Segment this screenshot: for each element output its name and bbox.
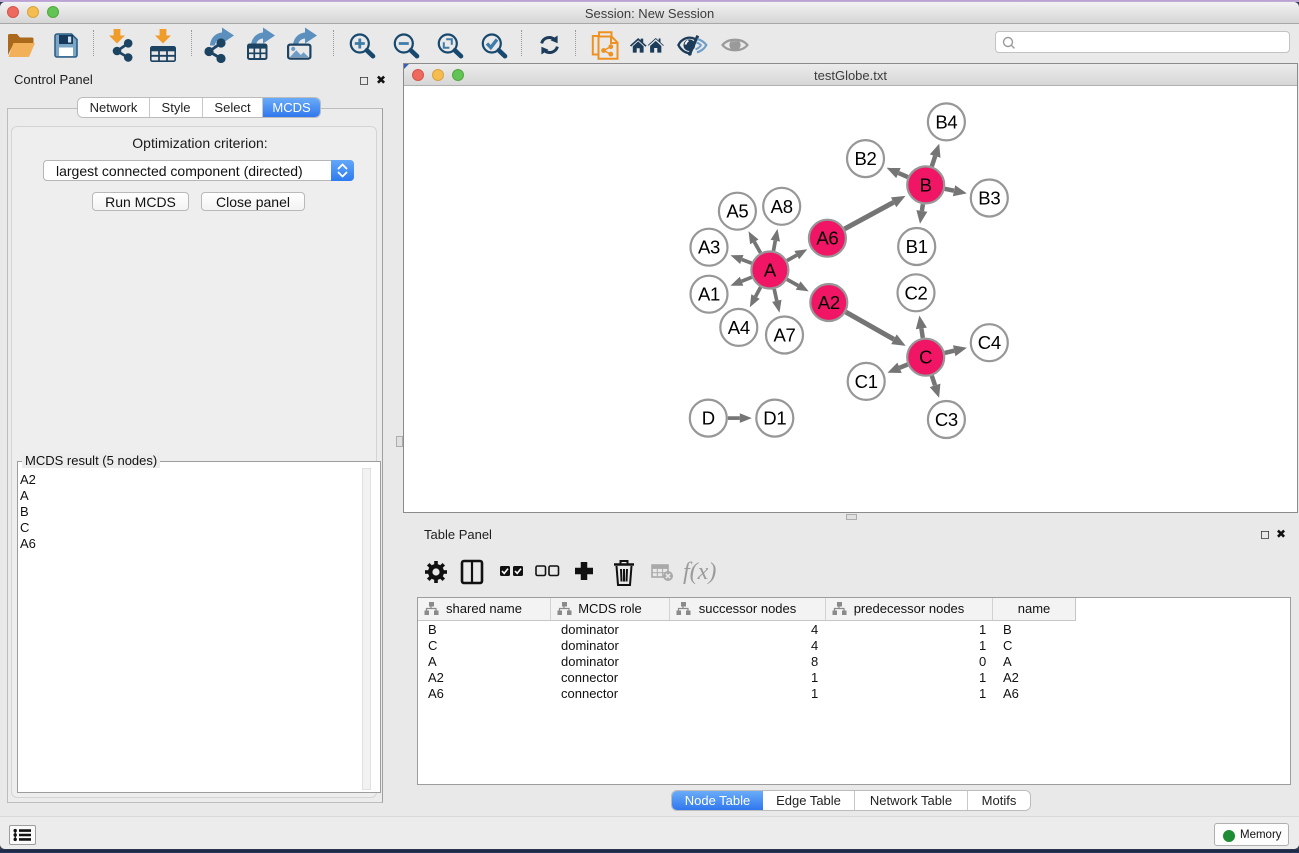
- svg-text:A: A: [764, 260, 777, 281]
- svg-text:f(x): f(x): [683, 559, 716, 585]
- svg-text:B3: B3: [978, 188, 1000, 209]
- svg-text:B4: B4: [935, 111, 957, 132]
- svg-text:B1: B1: [906, 236, 928, 257]
- svg-text:A6: A6: [816, 228, 838, 249]
- svg-text:C3: C3: [935, 409, 958, 430]
- svg-text:D1: D1: [763, 408, 786, 429]
- svg-text:A8: A8: [771, 196, 793, 217]
- svg-text:C4: C4: [978, 332, 1001, 353]
- svg-text:A5: A5: [726, 201, 748, 222]
- svg-text:A3: A3: [698, 237, 720, 258]
- svg-text:C2: C2: [904, 282, 927, 303]
- svg-text:B2: B2: [854, 148, 876, 169]
- svg-text:A4: A4: [728, 317, 750, 338]
- svg-text:C1: C1: [855, 371, 878, 392]
- svg-text:A1: A1: [698, 284, 720, 305]
- svg-text:C: C: [919, 347, 932, 368]
- svg-text:A7: A7: [773, 325, 795, 346]
- svg-text:D: D: [702, 408, 715, 429]
- svg-text:B: B: [920, 174, 932, 195]
- svg-text:A2: A2: [818, 292, 840, 313]
